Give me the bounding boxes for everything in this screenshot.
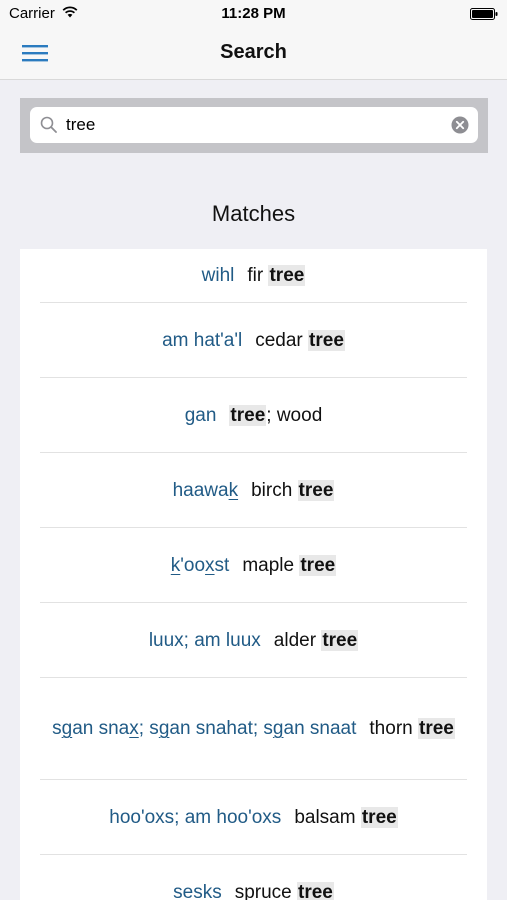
gitxsan-segment: st [214, 554, 230, 576]
matches-heading: Matches [211, 201, 296, 226]
gitxsan-segment: an sna [72, 718, 130, 739]
search-field[interactable] [30, 107, 478, 143]
definition-segment: ; wood [266, 404, 323, 426]
match-highlight: tree [308, 329, 345, 351]
result-text: luux; am luux alder tree [149, 627, 359, 654]
definition-segment: cedar [255, 329, 309, 351]
definition-segment: birch [251, 479, 298, 501]
english-definition: alder tree [273, 629, 359, 651]
result-row[interactable]: luux; am luux alder tree [40, 603, 467, 678]
result-text: haawak birch tree [173, 477, 335, 504]
gitxsan-segment: 'oo [180, 554, 206, 576]
match-highlight: tree [321, 629, 359, 651]
match-highlight: tree [268, 265, 306, 286]
english-definition: spruce tree [234, 881, 334, 900]
definition-segment: balsam [294, 806, 361, 828]
gitxsan-segment: luux; am luux [148, 629, 261, 651]
gitxsan-segment: wihl [201, 265, 235, 286]
result-row[interactable]: hoo'oxs; am hoo'oxs balsam tree [40, 780, 467, 855]
gitxsan-segment: s [52, 718, 62, 739]
english-definition: cedar tree [255, 329, 345, 351]
english-definition: fir tree [247, 265, 306, 286]
gitxsan-term: hoo'oxs; am hoo'oxs [109, 807, 281, 828]
page-title: Search [220, 41, 287, 63]
gitxsan-segment: am hat'a'l [162, 329, 243, 351]
english-definition: birch tree [251, 479, 335, 501]
search-input[interactable] [66, 107, 436, 143]
definition-segment: maple [242, 554, 300, 576]
gitxsan-segment: x [205, 554, 215, 576]
status-time: 11:28 PM [221, 5, 286, 22]
gitxsan-segment: g [61, 718, 73, 739]
result-text: hoo'oxs; am hoo'oxs balsam tree [109, 804, 398, 831]
definition-segment: alder [273, 629, 322, 651]
gitxsan-term: gan [185, 405, 217, 426]
result-text: gan tree; wood [185, 402, 323, 429]
navigation-bar: Search [0, 28, 507, 80]
gitxsan-segment: gan [184, 404, 217, 426]
search-icon [40, 116, 57, 133]
gitxsan-segment: x [129, 718, 139, 739]
result-text: wihl fir tree [202, 262, 306, 289]
gitxsan-segment: k [170, 554, 181, 576]
match-highlight: tree [360, 806, 398, 828]
match-highlight: tree [229, 404, 267, 426]
gitxsan-term: sesks [173, 882, 222, 900]
gitxsan-segment: an snahat; s [169, 718, 273, 739]
english-definition: thorn tree [369, 718, 455, 739]
result-text: sesks spruce tree [173, 879, 334, 900]
result-row[interactable]: gan tree; wood [40, 378, 467, 453]
gitxsan-segment: an snaat [283, 718, 357, 739]
gitxsan-segment: hoo'oxs; am hoo'oxs [109, 806, 282, 828]
gitxsan-segment: haawa [172, 479, 229, 501]
english-definition: tree; wood [229, 404, 323, 426]
result-row[interactable]: k'ooxst maple tree [40, 528, 467, 603]
gitxsan-term: sgan snax; sgan snahat; sgan snaat [52, 718, 356, 739]
definition-segment: spruce [234, 881, 298, 900]
result-row[interactable]: am hat'a'l cedar tree [40, 303, 467, 378]
status-bar: Carrier 11:28 PM [0, 0, 507, 28]
result-row[interactable]: sgan snax; sgan snahat; sgan snaat thorn … [40, 678, 467, 780]
result-row[interactable]: sesks spruce tree [40, 855, 467, 900]
match-highlight: tree [418, 718, 455, 739]
gitxsan-segment: sesks [173, 881, 222, 900]
definition-segment: fir [247, 265, 269, 286]
gitxsan-segment: g [272, 718, 284, 739]
result-text: sgan snax; sgan snahat; sgan snaat thorn … [52, 715, 455, 742]
english-definition: maple tree [242, 554, 337, 576]
definition-segment: thorn [369, 718, 418, 739]
match-highlight: tree [299, 554, 337, 576]
result-text: am hat'a'l cedar tree [162, 327, 345, 354]
battery-icon [470, 8, 498, 20]
gitxsan-term: haawak [173, 480, 239, 501]
gitxsan-segment: g [158, 718, 170, 739]
result-row[interactable]: haawak birch tree [40, 453, 467, 528]
results-list: wihl fir tree am hat'a'l cedar tree gan tree;… [20, 249, 487, 900]
result-text: k'ooxst maple tree [171, 552, 337, 579]
gitxsan-term: am hat'a'l [162, 330, 242, 351]
search-bar [20, 98, 488, 153]
english-definition: balsam tree [294, 806, 398, 828]
gitxsan-term: k'ooxst [171, 555, 230, 576]
gitxsan-term: luux; am luux [149, 630, 261, 651]
match-highlight: tree [297, 479, 335, 501]
gitxsan-segment: ; s [138, 718, 159, 739]
clear-circle-icon[interactable] [451, 116, 469, 134]
match-highlight: tree [297, 881, 334, 900]
gitxsan-term: wihl [202, 265, 235, 286]
gitxsan-segment: k [228, 479, 239, 501]
result-row[interactable]: wihl fir tree [40, 249, 467, 303]
